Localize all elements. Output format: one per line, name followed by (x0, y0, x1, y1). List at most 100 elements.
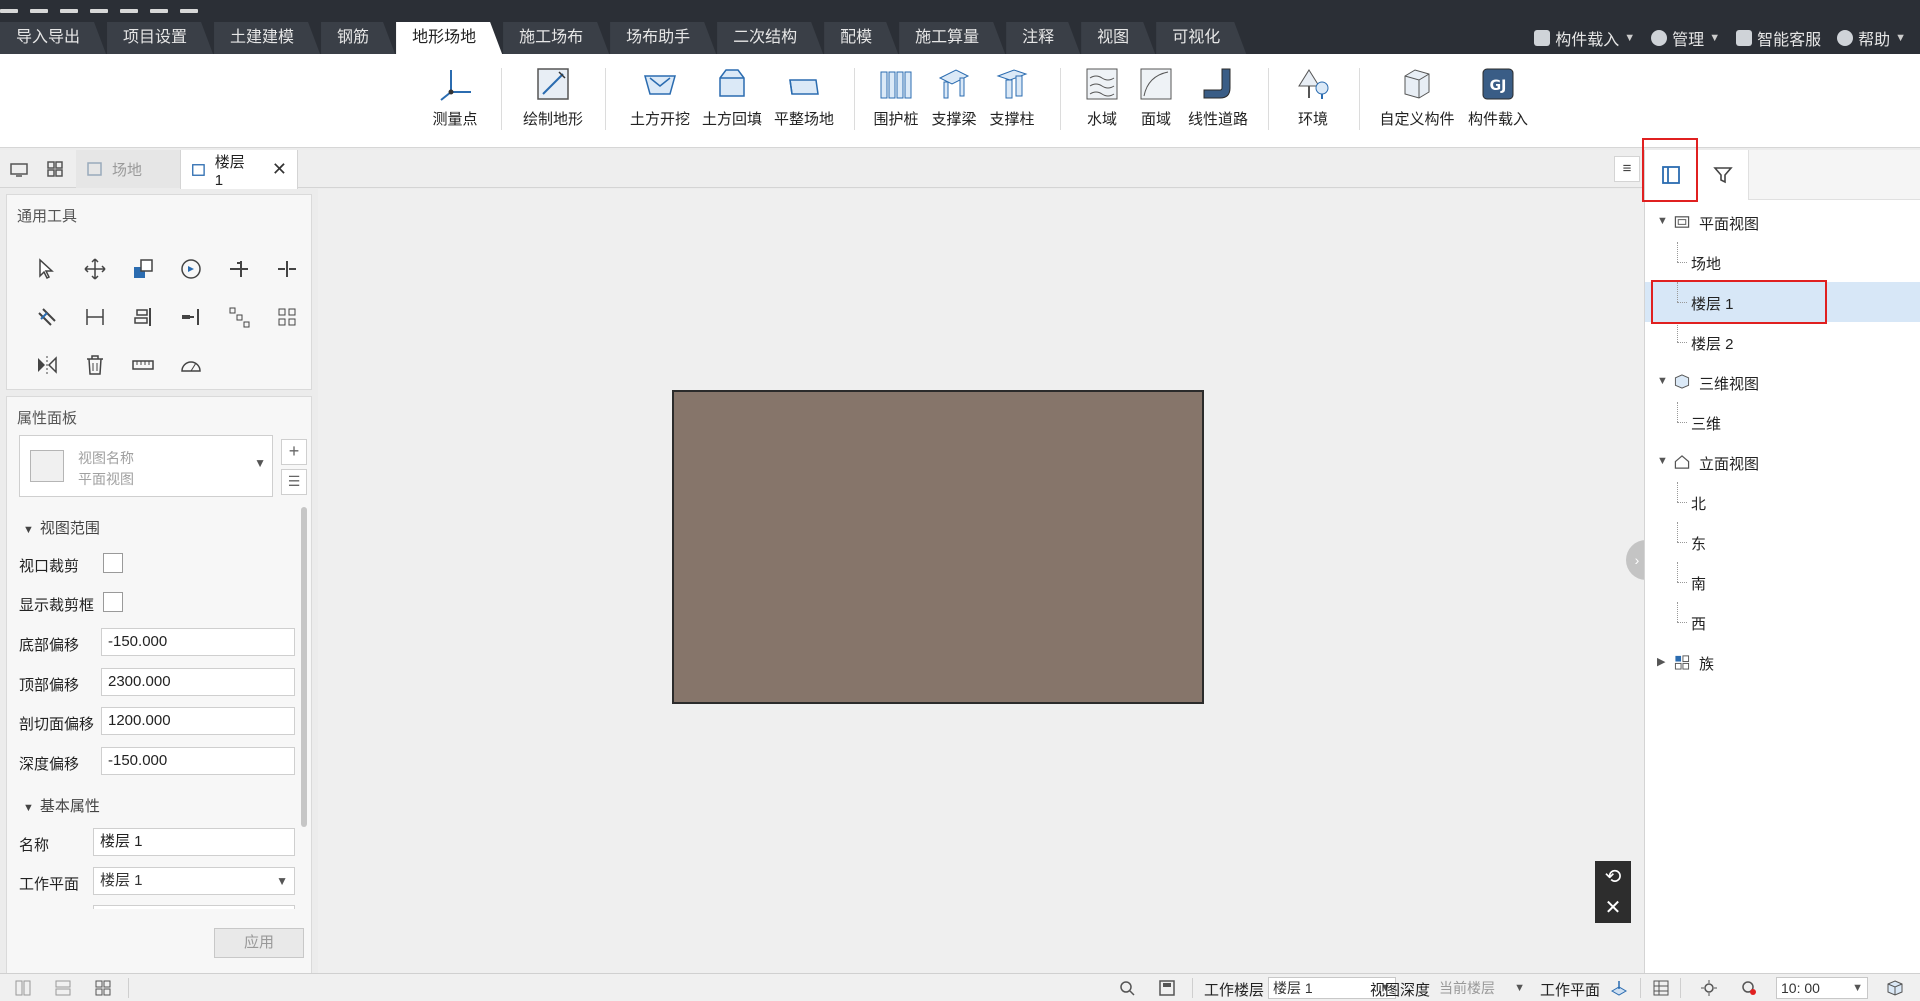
group-tool[interactable] (263, 293, 311, 341)
tree-leaf-row[interactable]: 东 (1645, 522, 1920, 562)
surface-area-button[interactable]: 面域 (1133, 64, 1179, 140)
view-type-selector[interactable]: 视图名称 平面视图 ▼ (19, 435, 273, 497)
smart-service-button[interactable]: 智能客服 (1736, 26, 1821, 50)
tile-view-icon[interactable] (44, 158, 66, 180)
tree-group-row[interactable]: ▼ 平面视图 (1645, 202, 1920, 242)
basic-props-section[interactable]: ▼ 基本属性 (23, 795, 100, 816)
tree-group-row[interactable]: ▼ 立面视图 (1645, 442, 1920, 482)
measure-distance-tool[interactable] (71, 293, 119, 341)
add-type-button[interactable]: + (281, 439, 307, 465)
depth-offset-field[interactable]: -150.000 (101, 747, 295, 775)
backfill-button[interactable]: 土方回填 (696, 64, 768, 140)
select-tool[interactable] (23, 245, 71, 293)
tree-leaf-row[interactable]: 北 (1645, 482, 1920, 522)
chevron-right-icon[interactable]: ▶ (1657, 655, 1665, 668)
survey-point-button[interactable]: 测量点 (421, 64, 489, 140)
layout-double-icon[interactable] (54, 979, 72, 997)
site-boundary-shape[interactable] (672, 390, 1204, 704)
apply-button[interactable]: 应用 (214, 928, 304, 958)
drawing-canvas[interactable]: › ⟲ ✕ (318, 189, 1648, 973)
browser-panel-toggle[interactable] (1645, 150, 1697, 200)
tree-group-row[interactable]: ▼ 三维视图 (1645, 362, 1920, 402)
layout-single-icon[interactable] (14, 979, 32, 997)
view-range-section[interactable]: ▼ 视图范围 (23, 517, 100, 538)
close-icon[interactable]: ✕ (272, 159, 287, 180)
zoom-fit-icon[interactable] (1118, 979, 1136, 997)
environment-button[interactable]: 环境 (1279, 64, 1347, 140)
view-depth-select[interactable]: 当前楼层 ▼ (1434, 977, 1530, 999)
edit-type-button[interactable]: ☰ (281, 469, 307, 495)
tab-civil-modeling[interactable]: 土建建模 (214, 22, 320, 54)
property-scrollbar[interactable] (301, 507, 307, 827)
chevron-down-icon[interactable]: ▼ (1657, 215, 1668, 227)
tab-quantity[interactable]: 施工算量 (899, 22, 1005, 54)
view-save-icon[interactable] (1158, 979, 1176, 997)
work-plane-icon[interactable] (1610, 979, 1628, 997)
manage-menu[interactable]: 管理 ▼ (1651, 26, 1720, 50)
copy-tool[interactable] (119, 245, 167, 293)
move-tool[interactable] (71, 245, 119, 293)
scale-select[interactable]: 10: 00 ▼ (1776, 977, 1868, 999)
rotate-tool[interactable] (167, 245, 215, 293)
ruler-tool[interactable] (119, 341, 167, 389)
tree-group-row[interactable]: ▶ 族 (1645, 642, 1920, 682)
custom-component-button[interactable]: 自定义构件 (1374, 64, 1460, 140)
tab-import-export[interactable]: 导入导出 (0, 22, 106, 54)
viewport-crop-checkbox[interactable] (103, 553, 123, 573)
split-tool[interactable] (263, 245, 311, 293)
tab-secondary-structure[interactable]: 二次结构 (717, 22, 823, 54)
reset-view-icon[interactable]: ⟲ (1605, 867, 1622, 887)
tab-view[interactable]: 视图 (1081, 22, 1155, 54)
tab-menu-button[interactable]: ≡ (1614, 156, 1640, 182)
tab-project-settings[interactable]: 项目设置 (107, 22, 213, 54)
chevron-down-icon[interactable]: ▼ (1657, 455, 1668, 467)
bottom-offset-field[interactable]: -150.000 (101, 628, 295, 656)
no-render-icon[interactable] (1740, 979, 1758, 997)
work-plane-select[interactable]: 楼层 1 ▼ (93, 867, 295, 895)
show-crop-box-checkbox[interactable] (103, 592, 123, 612)
top-offset-field[interactable]: 2300.000 (101, 668, 295, 696)
array-tool[interactable] (215, 293, 263, 341)
cut-plane-offset-field[interactable]: 1200.000 (101, 707, 295, 735)
tree-leaf-row[interactable]: 西 (1645, 602, 1920, 642)
help-menu[interactable]: 帮助 ▼ (1837, 26, 1906, 50)
tab-rebar[interactable]: 钢筋 (321, 22, 395, 54)
align-tool[interactable] (119, 293, 167, 341)
grid-snap-icon[interactable] (1652, 979, 1670, 997)
tab-visualization[interactable]: 可视化 (1156, 22, 1246, 54)
excavation-button[interactable]: 土方开挖 (624, 64, 696, 140)
chevron-down-icon[interactable]: ▼ (1657, 375, 1668, 387)
tree-leaf-row[interactable]: 南 (1645, 562, 1920, 602)
close-icon[interactable]: ✕ (1605, 898, 1622, 918)
trim-tool[interactable] (215, 245, 263, 293)
tab-terrain-site[interactable]: 地形场地 (396, 22, 502, 54)
3d-cube-icon[interactable] (1886, 979, 1904, 997)
tree-leaf-row[interactable]: 楼层 2 (1645, 322, 1920, 362)
sun-icon[interactable] (1700, 979, 1718, 997)
draw-terrain-button[interactable]: 绘制地形 (519, 64, 587, 140)
support-column-button[interactable]: 支撑柱 (983, 64, 1041, 140)
browser-filter-button[interactable] (1697, 150, 1749, 200)
offset-tool[interactable] (23, 293, 71, 341)
layout-grid-icon[interactable] (94, 979, 112, 997)
tab-annotation[interactable]: 注释 (1006, 22, 1080, 54)
water-area-button[interactable]: 水域 (1071, 64, 1133, 140)
name-field[interactable]: 楼层 1 (93, 828, 295, 856)
retaining-pile-button[interactable]: 围护桩 (867, 64, 925, 140)
tab-formwork[interactable]: 配模 (824, 22, 898, 54)
tree-leaf-row[interactable]: 楼层 1 (1645, 282, 1920, 322)
tab-site-view[interactable]: 场地 (76, 150, 180, 188)
extend-tool[interactable] (167, 293, 215, 341)
window-icon[interactable] (8, 158, 30, 180)
tab-construction-layout[interactable]: 施工场布 (503, 22, 609, 54)
linear-road-button[interactable]: 线性道路 (1179, 64, 1257, 140)
level-site-button[interactable]: 平整场地 (768, 64, 840, 140)
tree-leaf-row[interactable]: 三维 (1645, 402, 1920, 442)
component-load-menu[interactable]: 构件载入 ▼ (1534, 26, 1635, 50)
tab-floor-1-view[interactable]: 楼层 1 ✕ (180, 150, 298, 189)
tab-layout-assistant[interactable]: 场布助手 (610, 22, 716, 54)
tree-leaf-row[interactable]: 场地 (1645, 242, 1920, 282)
component-load-button[interactable]: GJ 构件载入 (1460, 64, 1536, 140)
support-beam-button[interactable]: 支撑梁 (925, 64, 983, 140)
delete-tool[interactable] (71, 341, 119, 389)
